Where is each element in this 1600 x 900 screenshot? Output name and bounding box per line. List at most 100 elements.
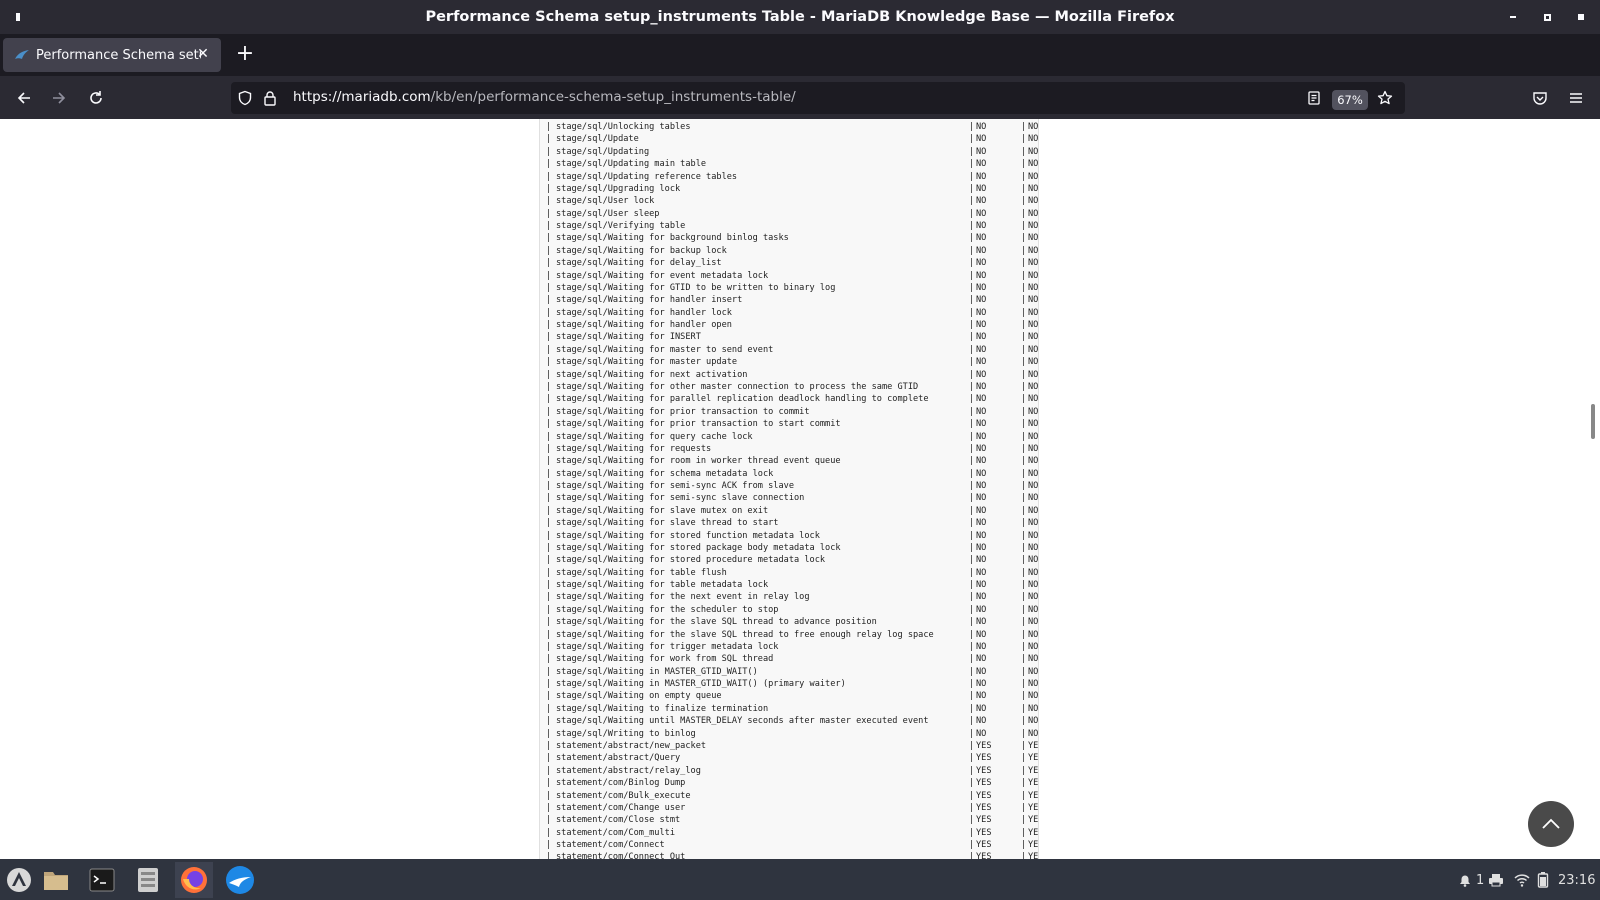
notifications-tray[interactable]: 1 [1457, 870, 1484, 890]
tab-label: Performance Schema setup_instruments Tab… [36, 47, 201, 63]
forward-button[interactable] [46, 85, 72, 111]
back-button[interactable] [11, 85, 37, 111]
enabled-value: NO [976, 159, 987, 170]
column-separator: | [969, 357, 975, 368]
maximize-button[interactable] [1538, 8, 1556, 26]
instrument-name: stage/sql/Waiting for the slave SQL thre… [556, 629, 934, 640]
enabled-value: NO [976, 431, 987, 442]
instrument-name: stage/sql/Upgrading lock [556, 183, 681, 194]
battery-tray[interactable] [1537, 870, 1549, 890]
reload-button[interactable] [83, 85, 109, 111]
zoom-indicator[interactable]: 67% [1332, 90, 1368, 110]
scrollbar-track[interactable] [1587, 119, 1600, 859]
taskbar-file-manager[interactable] [37, 862, 75, 898]
url-text[interactable]: https://mariadb.com/kb/en/performance-sc… [293, 89, 796, 105]
terminal-icon [89, 868, 115, 892]
column-separator: | [546, 493, 552, 504]
lock-icon[interactable] [263, 90, 277, 106]
enabled-value: NO [976, 381, 987, 392]
column-separator: | [546, 716, 552, 727]
column-separator: | [1021, 295, 1027, 306]
minimize-button[interactable] [1504, 8, 1522, 26]
tracking-protection-shield-icon[interactable] [237, 90, 253, 106]
column-separator: | [1021, 518, 1027, 529]
timed-value: NO [1028, 159, 1039, 170]
column-separator: | [969, 146, 975, 157]
column-separator: | [1021, 394, 1027, 405]
instrument-name: stage/sql/Waiting to finalize terminatio… [556, 703, 769, 714]
taskbar-archive-manager[interactable] [129, 862, 167, 898]
column-separator: | [546, 270, 552, 281]
column-separator: | [546, 406, 552, 417]
pocket-button[interactable] [1527, 85, 1553, 111]
column-separator: | [969, 307, 975, 318]
back-to-top-button[interactable] [1528, 801, 1574, 847]
column-separator: | [546, 542, 552, 553]
column-separator: | [546, 456, 552, 467]
instrument-name: statement/com/Com_multi [556, 827, 675, 838]
enabled-value: NO [976, 171, 987, 182]
column-separator: | [1021, 641, 1027, 652]
timed-value: NO [1028, 394, 1039, 405]
timed-value: NO [1028, 567, 1039, 578]
printer-tray[interactable] [1488, 870, 1504, 890]
reader-view-icon[interactable] [1306, 90, 1322, 106]
scrollbar-thumb[interactable] [1591, 404, 1595, 439]
column-separator: | [1021, 431, 1027, 442]
enabled-value: NO [976, 307, 987, 318]
column-separator: | [1021, 741, 1027, 751]
column-separator: | [969, 468, 975, 479]
taskbar-mariadb-app[interactable] [221, 862, 259, 898]
timed-value: NO [1028, 233, 1039, 244]
instrument-name: stage/sql/Waiting for stored procedure m… [556, 555, 826, 566]
instrument-name: statement/abstract/relay_log [556, 765, 701, 776]
close-tab-icon[interactable]: ✕ [196, 47, 210, 61]
new-tab-button[interactable]: + [234, 43, 256, 66]
column-separator: | [546, 703, 552, 714]
enabled-value: YES [976, 790, 992, 801]
close-window-button[interactable] [1572, 8, 1590, 26]
column-separator: | [546, 443, 552, 454]
timed-value: YE [1028, 753, 1039, 764]
bookmark-star-icon[interactable] [1377, 90, 1393, 106]
tab-active[interactable]: Performance Schema setup_instruments Tab… [3, 38, 221, 72]
enabled-value: YES [976, 827, 992, 838]
column-separator: | [1021, 778, 1027, 789]
column-separator: | [969, 431, 975, 442]
instrument-name: stage/sql/Waiting for schema metadata lo… [556, 468, 774, 479]
timed-value: NO [1028, 320, 1039, 331]
column-separator: | [969, 641, 975, 652]
column-separator: | [969, 221, 975, 232]
instrument-name: stage/sql/Waiting for semi-sync slave co… [556, 493, 805, 504]
tab-strip: Performance Schema setup_instruments Tab… [0, 34, 1600, 76]
column-separator: | [969, 332, 975, 343]
network-tray[interactable] [1514, 870, 1530, 890]
timed-value: NO [1028, 654, 1039, 665]
instrument-name: stage/sql/Waiting for next activation [556, 369, 748, 380]
notifications-count: 1 [1476, 872, 1485, 888]
column-separator: | [969, 518, 975, 529]
column-separator: | [969, 691, 975, 702]
column-separator: | [546, 208, 552, 219]
enabled-value: NO [976, 233, 987, 244]
column-separator: | [1021, 122, 1027, 132]
instrument-name: stage/sql/Waiting for prior transaction … [556, 406, 810, 417]
timed-value: NO [1028, 493, 1039, 504]
instrument-name: stage/sql/Waiting for parallel replicati… [556, 394, 929, 405]
enabled-value: NO [976, 505, 987, 516]
instrument-name: stage/sql/Waiting for event metadata loc… [556, 270, 769, 281]
app-menu-button[interactable] [1563, 85, 1589, 111]
url-bar[interactable]: https://mariadb.com/kb/en/performance-sc… [231, 82, 1405, 114]
timed-value: NO [1028, 617, 1039, 628]
instrument-name: stage/sql/Waiting for semi-sync ACK from… [556, 481, 794, 492]
start-menu-button[interactable] [0, 862, 38, 898]
timed-value: NO [1028, 146, 1039, 157]
clock[interactable]: 23:16 [1558, 870, 1595, 890]
enabled-value: NO [976, 703, 987, 714]
column-separator: | [969, 592, 975, 603]
window-menu-icon[interactable] [16, 13, 20, 21]
enabled-value: NO [976, 394, 987, 405]
column-separator: | [969, 629, 975, 640]
taskbar-terminal[interactable] [83, 862, 121, 898]
taskbar-firefox[interactable] [175, 862, 213, 898]
